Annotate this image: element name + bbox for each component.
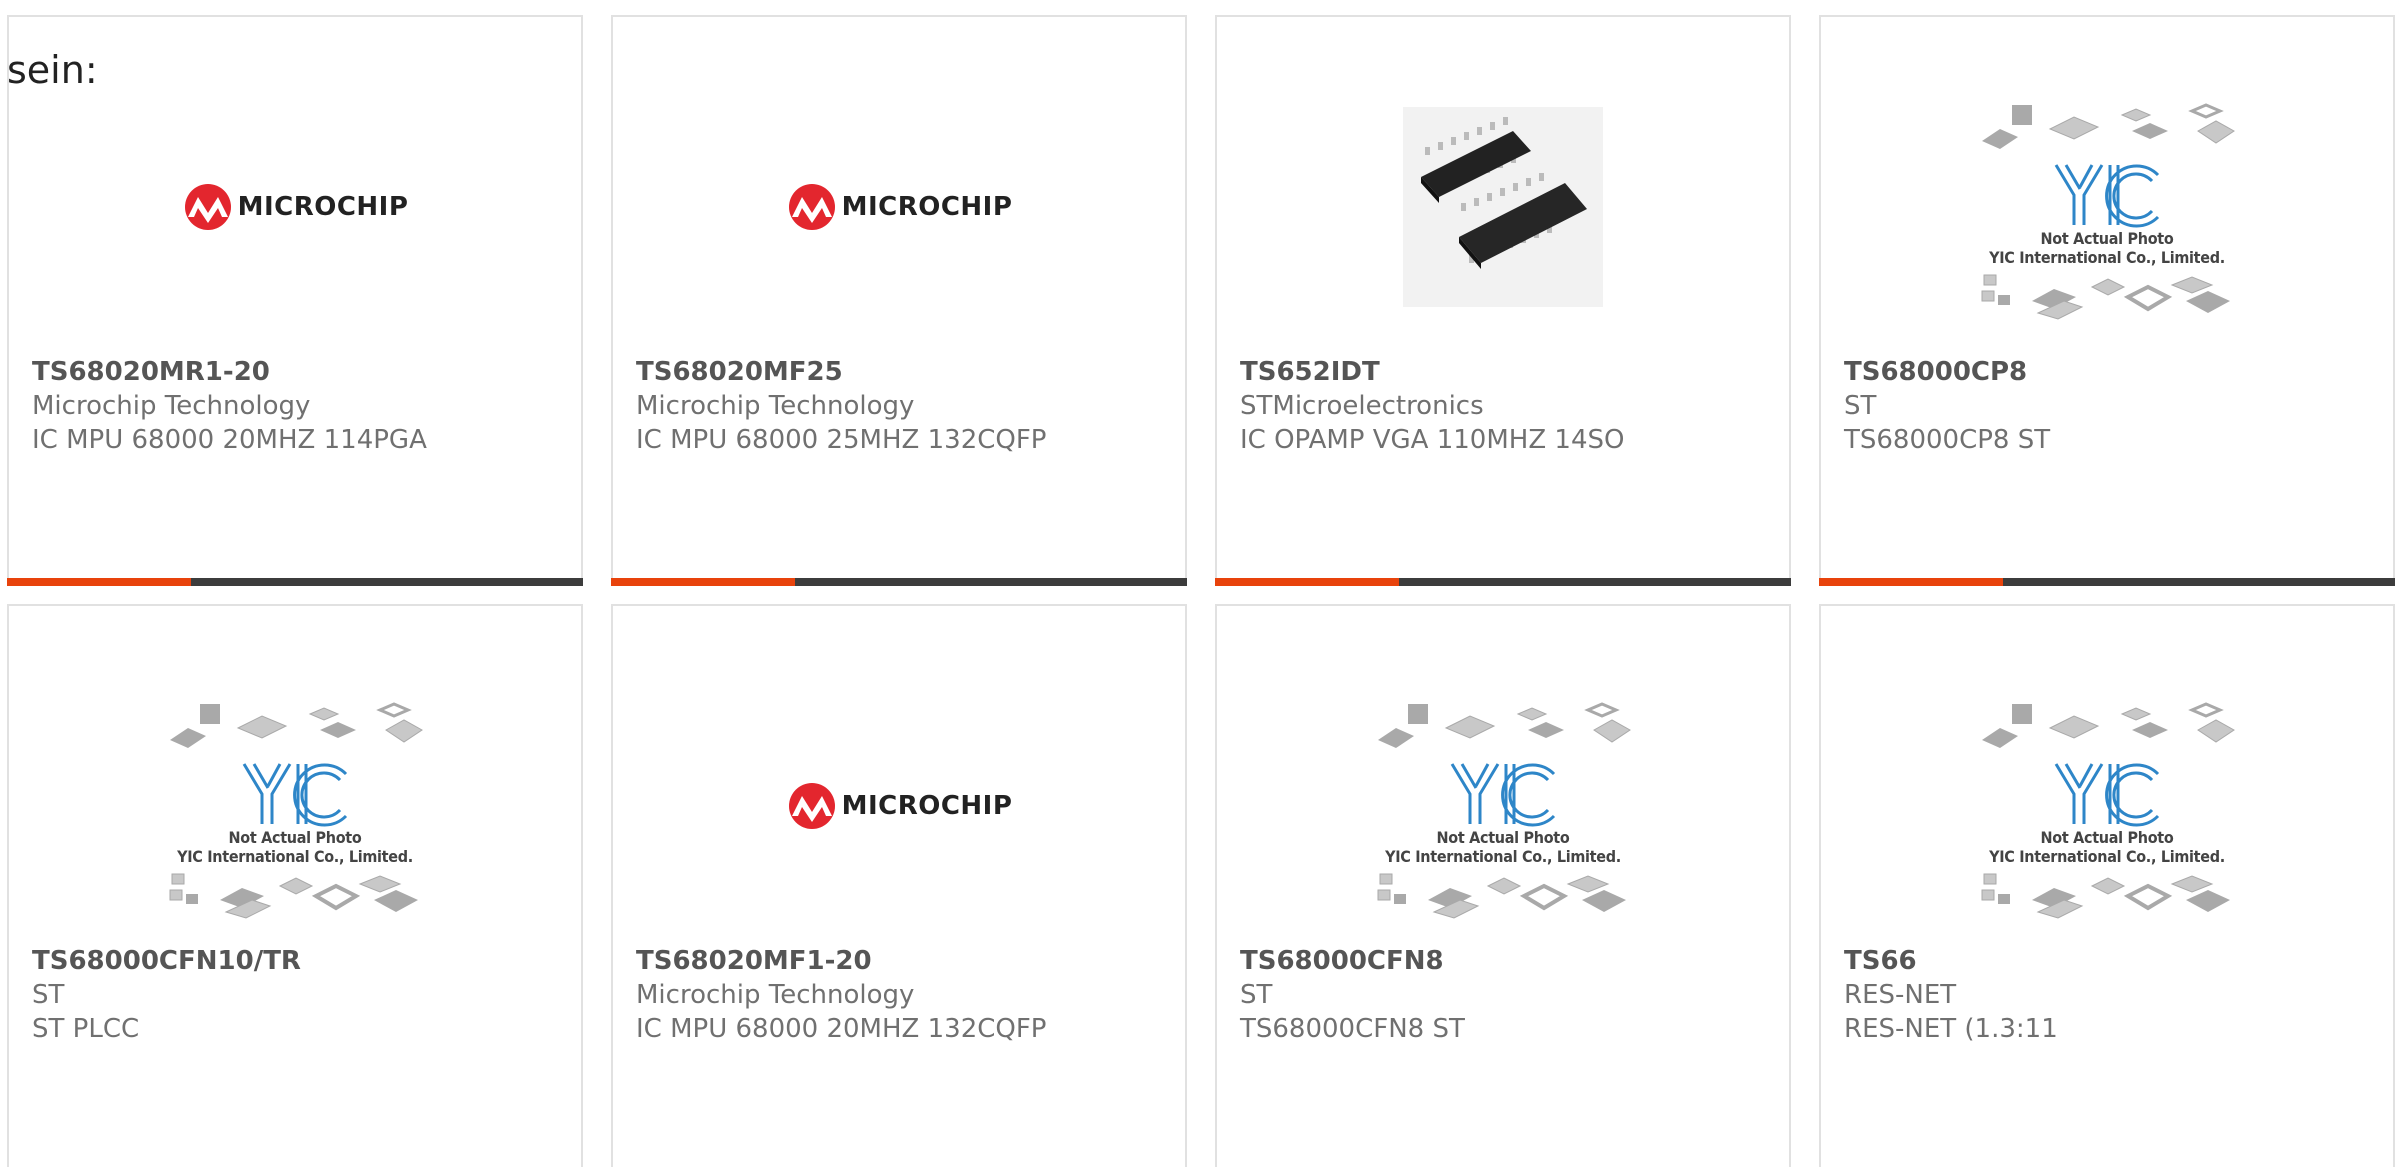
part-number[interactable]: TS68000CFN8	[1240, 944, 1779, 978]
product-card[interactable]: Not Actual Photo YIC International Co., L…	[1819, 604, 2395, 1167]
product-image[interactable]: MICROCHIP	[613, 77, 1185, 337]
card-progress-fill	[1819, 578, 2004, 586]
chip-packages-top-icon	[170, 702, 423, 748]
description: IC MPU 68000 20MHZ 114PGA	[32, 425, 427, 455]
product-card[interactable]: Not Actual Photo YIC International Co., L…	[7, 604, 583, 1167]
chip-packages-bottom-icon	[169, 873, 418, 919]
description: ST PLCC	[32, 1014, 140, 1044]
card-progress-bar	[7, 578, 583, 586]
description: TS68000CFN8 ST	[1240, 1014, 1465, 1044]
microchip-logo-text: MICROCHIP	[841, 791, 1013, 821]
part-number[interactable]: TS68000CP8	[1844, 355, 2383, 389]
part-number[interactable]: TS68020MR1-20	[32, 355, 571, 389]
card-progress-fill	[7, 578, 192, 586]
product-card[interactable]: TS652IDT STMicroelectronics IC OPAMP VGA…	[1215, 15, 1791, 586]
product-image[interactable]	[1217, 77, 1789, 337]
yic-logo-icon	[242, 763, 348, 827]
card-progress-bar	[1215, 578, 1791, 586]
product-card[interactable]: Not Actual Photo YIC International Co., L…	[1215, 604, 1791, 1167]
yic-placeholder-icon: Not Actual Photo YIC International Co., L…	[1972, 91, 2242, 323]
part-number[interactable]: TS68020MF1-20	[636, 944, 1175, 978]
card-progress-bar	[1819, 578, 2395, 586]
product-image[interactable]: MICROCHIP	[9, 77, 581, 337]
yic-logo-icon	[1450, 763, 1556, 827]
product-card[interactable]: MICROCHIP TS68020MR1-20 Microchip Techno…	[7, 15, 583, 586]
manufacturer: ST	[1844, 391, 1877, 421]
manufacturer: RES-NET	[1844, 980, 1957, 1010]
description: IC MPU 68000 25MHZ 132CQFP	[636, 425, 1047, 455]
soic-package-icon	[1421, 117, 1587, 269]
chip-packages-bottom-icon	[1981, 873, 2230, 919]
yic-placeholder-icon: Not Actual Photo YIC International Co., L…	[1368, 690, 1638, 922]
manufacturer: Microchip Technology	[32, 391, 311, 421]
manufacturer: Microchip Technology	[636, 980, 915, 1010]
microchip-logo-icon: MICROCHIP	[786, 782, 1013, 830]
microchip-logo-text: MICROCHIP	[841, 192, 1013, 222]
description: RES-NET (1.3:11	[1844, 1014, 2058, 1044]
microchip-logo-icon: MICROCHIP	[182, 183, 409, 231]
chip-packages-top-icon	[1378, 702, 1631, 748]
product-image[interactable]: MICROCHIP	[613, 676, 1185, 936]
description: IC MPU 68000 20MHZ 132CQFP	[636, 1014, 1047, 1044]
microchip-mark-icon	[788, 783, 835, 829]
part-number[interactable]: TS68000CFN10/TR	[32, 944, 571, 978]
manufacturer: ST	[32, 980, 65, 1010]
placeholder-caption: Not Actual Photo YIC International Co., L…	[1989, 828, 2225, 866]
card-progress-fill	[611, 578, 796, 586]
chip-packages-top-icon	[1982, 702, 2235, 748]
chip-packages-bottom-icon	[1377, 873, 1626, 919]
product-card[interactable]: MICROCHIP TS68020MF25 Microchip Technolo…	[611, 15, 1187, 586]
yic-logo-icon	[2054, 763, 2160, 827]
manufacturer: Microchip Technology	[636, 391, 915, 421]
product-card[interactable]: Not Actual Photo YIC International Co., L…	[1819, 15, 2395, 586]
product-image[interactable]: Not Actual Photo YIC International Co., L…	[9, 676, 581, 936]
part-number[interactable]: TS66	[1844, 944, 2383, 978]
product-image[interactable]: Not Actual Photo YIC International Co., L…	[1217, 676, 1789, 936]
part-number[interactable]: TS652IDT	[1240, 355, 1779, 389]
placeholder-caption: Not Actual Photo YIC International Co., L…	[177, 828, 413, 866]
yic-logo-icon	[2054, 164, 2160, 228]
yic-placeholder-icon: Not Actual Photo YIC International Co., L…	[160, 690, 430, 922]
card-progress-bar	[611, 578, 1187, 586]
description: IC OPAMP VGA 110MHZ 14SO	[1240, 425, 1625, 455]
product-card[interactable]: MICROCHIP TS68020MF1-20 Microchip Techno…	[611, 604, 1187, 1167]
product-image[interactable]: Not Actual Photo YIC International Co., L…	[1821, 77, 2393, 337]
product-grid-page: sein: MICROCHIP TS68020MR1-20 Microchip …	[0, 0, 2400, 1167]
part-number[interactable]: TS68020MF25	[636, 355, 1175, 389]
microchip-logo-icon: MICROCHIP	[786, 183, 1013, 231]
intro-text: sein:	[7, 48, 98, 92]
manufacturer: STMicroelectronics	[1240, 391, 1484, 421]
microchip-logo-text: MICROCHIP	[237, 192, 409, 222]
chip-packages-bottom-icon	[1981, 274, 2230, 320]
product-image[interactable]: Not Actual Photo YIC International Co., L…	[1821, 676, 2393, 936]
placeholder-caption: Not Actual Photo YIC International Co., L…	[1989, 229, 2225, 267]
card-progress-fill	[1215, 578, 1400, 586]
description: TS68000CP8 ST	[1844, 425, 2051, 455]
yic-placeholder-icon: Not Actual Photo YIC International Co., L…	[1972, 690, 2242, 922]
microchip-mark-icon	[788, 184, 835, 230]
chip-packages-top-icon	[1982, 103, 2235, 149]
microchip-mark-icon	[184, 184, 231, 230]
soic-chip-photo-icon	[1403, 107, 1603, 307]
placeholder-caption: Not Actual Photo YIC International Co., L…	[1385, 828, 1621, 866]
manufacturer: ST	[1240, 980, 1273, 1010]
